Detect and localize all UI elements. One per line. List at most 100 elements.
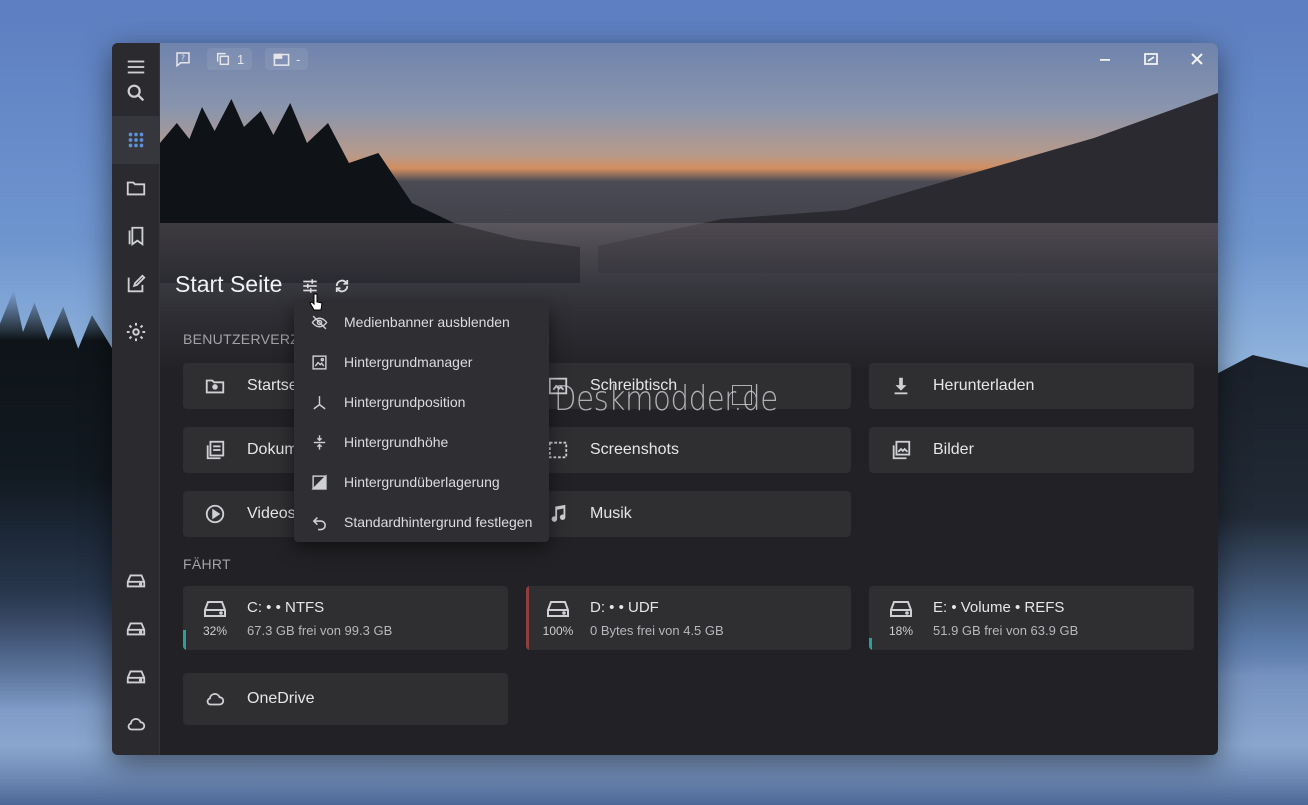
- tab-label: -: [296, 51, 301, 67]
- drive-percent: 18%: [888, 624, 914, 638]
- menu-item-background-overlay[interactable]: Hintergrundüberlagerung: [294, 462, 549, 502]
- file-manager-window: ? 1 - Start Seite BENUTZERVERZE FÄHRT St…: [112, 43, 1218, 755]
- tile-downloads[interactable]: Herunterladen: [869, 363, 1194, 409]
- hard-drive-icon: [204, 601, 226, 617]
- close-icon: [1191, 53, 1203, 65]
- folder-icon: [126, 181, 146, 196]
- drive-usage-bar: [526, 586, 529, 650]
- tile-screenshots[interactable]: Screenshots: [526, 427, 851, 473]
- sidebar-item-folders[interactable]: [112, 164, 160, 212]
- drive-percent: 32%: [202, 624, 228, 638]
- tile-label: Bilder: [933, 441, 974, 458]
- drive-e[interactable]: 18% E: • Volume • REFS 51.9 GB frei von …: [869, 586, 1194, 650]
- search-icon: [127, 84, 145, 102]
- drive-name: D: • • UDF: [590, 599, 659, 616]
- banner-options-menu: Medienbanner ausblenden Hintergrundmanag…: [294, 302, 549, 542]
- tile-music[interactable]: Musik: [526, 491, 851, 537]
- tabs-button[interactable]: -: [265, 48, 309, 70]
- menu-item-background-height[interactable]: Hintergrundhöhe: [294, 422, 549, 462]
- sidebar: [112, 43, 160, 755]
- drive-free-space: 0 Bytes frei von 4.5 GB: [590, 623, 724, 638]
- apps-grid-icon: [128, 132, 144, 148]
- drive-d[interactable]: 100% D: • • UDF 0 Bytes frei von 4.5 GB: [526, 586, 851, 650]
- menu-item-label: Medienbanner ausblenden: [344, 314, 510, 330]
- close-button[interactable]: [1182, 47, 1212, 71]
- sidebar-drive-d[interactable]: [112, 604, 160, 652]
- drive-free-space: 51.9 GB frei von 63.9 GB: [933, 623, 1079, 638]
- desktop-wallpaper-left: [0, 290, 115, 710]
- menu-item-background-position[interactable]: Hintergrundposition: [294, 382, 549, 422]
- menu-item-label: Standardhintergrund festlegen: [344, 514, 533, 530]
- hard-drive-icon: [547, 601, 569, 617]
- menu-item-label: Hintergrundmanager: [344, 354, 473, 370]
- onedrive-label: OneDrive: [247, 690, 315, 707]
- tile-label: Dokum: [247, 441, 298, 458]
- search-button[interactable]: [112, 69, 160, 117]
- gear-icon: [126, 322, 146, 342]
- sidebar-drive-e[interactable]: [112, 652, 160, 700]
- sidebar-item-home[interactable]: [112, 116, 160, 164]
- copy-icon: [216, 52, 230, 66]
- pictures-icon: [889, 438, 913, 462]
- menu-item-label: Hintergrundhöhe: [344, 434, 449, 450]
- undo-icon: [309, 512, 329, 532]
- hard-drive-icon: [126, 622, 146, 636]
- minimize-button[interactable]: [1090, 47, 1120, 71]
- edit-note-icon: [127, 274, 146, 293]
- sidebar-onedrive[interactable]: [112, 700, 160, 748]
- hard-drive-icon: [890, 601, 912, 617]
- tab-window-icon: [273, 53, 290, 66]
- menu-item-hide-banner[interactable]: Medienbanner ausblenden: [294, 302, 549, 342]
- refresh-button[interactable]: [332, 276, 352, 296]
- tile-onedrive[interactable]: OneDrive: [183, 673, 508, 725]
- page-title: Start Seite: [175, 271, 283, 297]
- home-folder-icon: [203, 374, 227, 398]
- eye-off-icon: [309, 312, 329, 332]
- drive-percent: 100%: [542, 624, 574, 638]
- tile-label: Screenshots: [590, 441, 679, 458]
- sidebar-item-settings[interactable]: [112, 308, 160, 356]
- copy-count: 1: [237, 51, 245, 67]
- maximize-button[interactable]: [1136, 47, 1166, 71]
- tile-label: Startse: [247, 377, 298, 394]
- sidebar-drive-c[interactable]: [112, 556, 160, 604]
- screenshots-icon: [546, 438, 570, 462]
- tile-label: Videos: [247, 505, 296, 522]
- overlay-icon: [309, 472, 329, 492]
- image-edit-icon: [309, 352, 329, 372]
- desktop-wallpaper-right: [1216, 355, 1308, 675]
- drive-free-space: 67.3 GB frei von 99.3 GB: [247, 623, 393, 638]
- drive-c[interactable]: 32% C: • • NTFS 67.3 GB frei von 99.3 GB: [183, 586, 508, 650]
- download-icon: [889, 374, 913, 398]
- hard-drive-icon: [126, 574, 146, 588]
- documents-icon: [203, 438, 227, 462]
- maximize-icon: [1144, 53, 1158, 65]
- hard-drive-icon: [126, 670, 146, 684]
- height-icon: [309, 432, 329, 452]
- bookmarks-icon: [128, 226, 144, 247]
- drive-name: E: • Volume • REFS: [933, 599, 1065, 616]
- cloud-icon: [127, 718, 146, 731]
- tile-label: Musik: [590, 505, 632, 522]
- tile-pictures[interactable]: Bilder: [869, 427, 1194, 473]
- menu-item-background-manager[interactable]: Hintergrundmanager: [294, 342, 549, 382]
- drive-name: C: • • NTFS: [247, 599, 325, 616]
- axis-icon: [309, 392, 329, 412]
- help-box-icon: ?: [176, 52, 190, 68]
- section-user-dirs: BENUTZERVERZE: [183, 331, 309, 347]
- menu-item-default-background[interactable]: Standardhintergrund festlegen: [294, 502, 549, 542]
- drive-usage-bar: [869, 638, 872, 650]
- section-drives: FÄHRT: [183, 556, 231, 572]
- music-note-icon: [546, 502, 570, 526]
- copy-queue-button[interactable]: 1: [207, 48, 253, 70]
- menu-item-label: Hintergrundüberlagerung: [344, 474, 500, 490]
- menu-item-label: Hintergrundposition: [344, 394, 466, 410]
- refresh-icon: [335, 279, 349, 293]
- svg-text:?: ?: [181, 54, 185, 63]
- help-button[interactable]: ?: [170, 48, 196, 70]
- sidebar-item-notes[interactable]: [112, 260, 160, 308]
- minimize-icon: [1100, 59, 1110, 61]
- play-circle-icon: [203, 502, 227, 526]
- sidebar-item-bookmarks[interactable]: [112, 212, 160, 260]
- hand-cursor-icon: [309, 293, 323, 311]
